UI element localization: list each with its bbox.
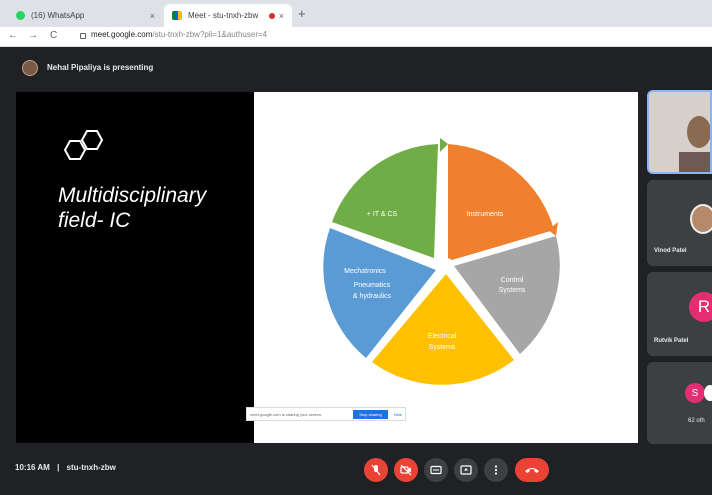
vinod-avatar [690, 204, 712, 234]
leave-call-button[interactable] [515, 458, 549, 482]
label-hydraulics: & hydraulics [353, 293, 392, 300]
label-mechatronics: Mechatronics [344, 268, 386, 275]
label-control: Control [501, 277, 524, 284]
presenter-video [649, 92, 710, 172]
hang-up-icon [525, 468, 539, 473]
hide-banner-button[interactable]: Hide [394, 412, 402, 417]
google-meet-icon [172, 11, 182, 20]
mic-off-icon [371, 464, 381, 476]
participant-tile-vinod[interactable]: Vinod Patel [647, 180, 712, 266]
tab-title: Meet - stu-tnxh-zbw [188, 11, 259, 20]
present-screen-icon [460, 465, 472, 475]
meeting-code: stu-tnxh-zbw [66, 463, 116, 472]
captions-button[interactable] [424, 458, 448, 482]
more-options-button[interactable] [484, 458, 508, 482]
participant-name: Vinod Patel [654, 248, 687, 254]
stop-sharing-button[interactable]: Stop sharing [353, 409, 388, 419]
participant-tile-rutvik[interactable]: R Rutvik Patel [647, 272, 712, 356]
others-count: 62 oth [688, 418, 705, 424]
participant-tile-others[interactable]: S 62 oth [647, 362, 712, 444]
screen-share-banner: meet.google.com is sharing your screen. … [246, 407, 406, 421]
close-tab-icon[interactable]: × [279, 11, 284, 21]
separator: | [57, 463, 60, 472]
participant-tile-presenter[interactable] [647, 90, 712, 174]
captions-icon [430, 465, 442, 475]
whatsapp-icon [16, 11, 25, 20]
forward-button[interactable]: → [28, 30, 38, 41]
url-host: meet.google.com [91, 30, 153, 39]
label-systems: Systems [499, 287, 526, 294]
meeting-details: 10:16 AM | stu-tnxh-zbw [15, 463, 116, 472]
label-pneumatics: Pneumatics [354, 282, 391, 289]
label-electrical-systems: Systems [429, 344, 456, 351]
presenting-label: Nehal Pipaliya is presenting [47, 63, 154, 72]
lock-icon [80, 33, 86, 39]
back-button[interactable]: ← [8, 30, 18, 41]
present-button[interactable] [454, 458, 478, 482]
close-tab-icon[interactable]: × [150, 11, 155, 21]
label-electrical: Electrical [428, 333, 457, 340]
meeting-time: 10:16 AM [15, 463, 50, 472]
url-field[interactable]: meet.google.com/stu-tnxh-zbw?pli=1&authu… [91, 30, 267, 39]
tab-title: (16) WhatsApp [31, 11, 85, 20]
more-vert-icon [494, 465, 498, 475]
others-avatar [704, 385, 712, 401]
url-path: /stu-tnxh-zbw?pli=1&authuser=4 [152, 30, 268, 39]
s-avatar: S [685, 383, 705, 403]
label-instruments: Instruments [467, 211, 504, 218]
slide-title: Multidisciplinary field- IC [58, 184, 207, 232]
mic-toggle-button[interactable] [364, 458, 388, 482]
tab-whatsapp[interactable]: (16) WhatsApp × [8, 4, 163, 27]
share-banner-text: meet.google.com is sharing your screen. [250, 411, 323, 417]
camera-toggle-button[interactable] [394, 458, 418, 482]
camera-off-icon [400, 464, 412, 476]
rutvik-avatar: R [689, 292, 712, 322]
recording-dot-icon [268, 12, 275, 19]
pie-diagram: Instruments Control Systems Electrical S… [323, 138, 560, 385]
hexagons-icon [63, 130, 104, 160]
presenter-avatar [22, 60, 38, 76]
tab-meet[interactable]: Meet - stu-tnxh-zbw × [164, 4, 292, 27]
reload-button[interactable]: C [50, 30, 57, 41]
participant-name: Rutvik Patel [654, 338, 689, 344]
new-tab-button[interactable]: + [298, 6, 306, 21]
label-it-cs: + IT & CS [367, 211, 398, 218]
